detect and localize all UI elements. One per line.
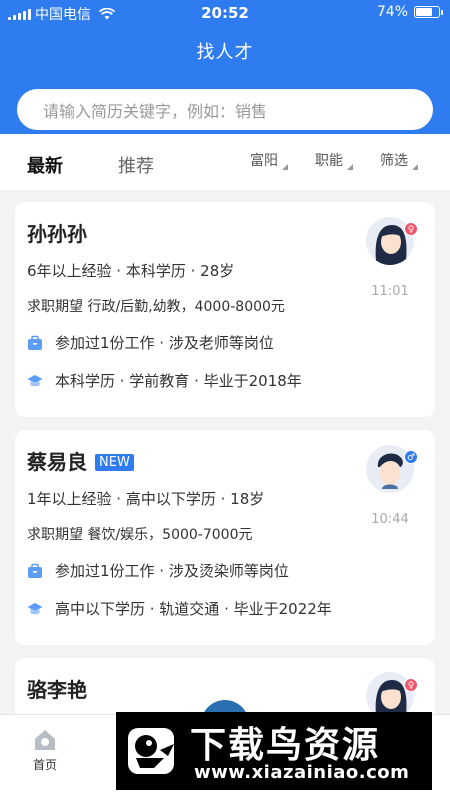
location-filter[interactable]: 富阳 xyxy=(250,150,288,170)
new-badge: NEW xyxy=(95,454,134,471)
screen-filter-label: 筛选 xyxy=(380,153,408,169)
dropdown-icon xyxy=(347,164,353,170)
candidate-name-row: 蔡易良 NEW xyxy=(27,446,134,475)
work-experience: 参加过1份工作 · 涉及老师等岗位 xyxy=(27,332,274,353)
education-text: 本科学历 · 学前教育 · 毕业于2018年 xyxy=(55,372,302,390)
battery-icon xyxy=(414,6,443,18)
search-input[interactable]: 请输入简历关键字，例如：销售 xyxy=(17,89,433,130)
location-filter-label: 富阳 xyxy=(250,153,278,169)
work-experience-text: 参加过1份工作 · 涉及老师等岗位 xyxy=(55,334,274,352)
search-placeholder: 请输入简历关键字，例如：销售 xyxy=(43,101,268,121)
tab-home-label: 首页 xyxy=(32,758,57,772)
work-experience: 参加过1份工作 · 涉及烫染师等岗位 xyxy=(27,560,289,581)
graduation-cap-icon xyxy=(27,375,43,387)
candidate-name: 蔡易良 xyxy=(27,450,87,474)
update-time: 11:01 xyxy=(371,284,409,299)
tab-recommend[interactable]: 推荐 xyxy=(118,152,154,178)
dropdown-icon xyxy=(282,164,288,170)
education: 本科学历 · 学前教育 · 毕业于2018年 xyxy=(27,370,302,391)
header: 中国电信 20:52 74% 找人才 请输入简历关键字，例如：销售 xyxy=(0,0,450,134)
female-icon: ♀ xyxy=(404,678,418,692)
filter-bar: 最新 推荐 富阳 职能 筛选 xyxy=(0,134,450,190)
home-icon xyxy=(35,730,55,750)
briefcase-icon xyxy=(28,563,42,578)
graduation-cap-icon xyxy=(27,603,43,615)
function-filter-label: 职能 xyxy=(315,153,343,169)
candidate-name: 骆李艳 xyxy=(27,678,87,702)
female-icon: ♀ xyxy=(404,222,418,236)
function-filter[interactable]: 职能 xyxy=(315,150,353,170)
job-expectation: 求职期望 餐饮/娱乐，5000-7000元 xyxy=(27,527,253,543)
bird-logo-icon xyxy=(128,728,174,774)
screen-filter[interactable]: 筛选 xyxy=(380,150,418,170)
tab-home[interactable]: 首页 xyxy=(20,727,70,773)
candidate-summary: 1年以上经验 · 高中以下学历 · 18岁 xyxy=(27,490,265,508)
watermark: 下载鸟资源 www.xiazainiao.com xyxy=(116,712,432,790)
tab-latest[interactable]: 最新 xyxy=(27,152,63,178)
candidate-card[interactable]: 孙孙孙 6年以上经验 · 本科学历 · 28岁 求职期望 行政/后勤,幼教，40… xyxy=(15,202,435,417)
candidate-summary: 6年以上经验 · 本科学历 · 28岁 xyxy=(27,262,235,280)
page-title: 找人才 xyxy=(196,42,254,63)
education: 高中以下学历 · 轨道交通 · 毕业于2022年 xyxy=(27,598,332,619)
candidate-name: 孙孙孙 xyxy=(27,222,87,246)
work-experience-text: 参加过1份工作 · 涉及烫染师等岗位 xyxy=(55,562,289,580)
status-bar: 中国电信 20:52 74% xyxy=(0,0,450,24)
job-expectation: 求职期望 行政/后勤,幼教，4000-8000元 xyxy=(27,299,285,315)
briefcase-icon xyxy=(28,335,42,350)
watermark-url: www.xiazainiao.com xyxy=(194,762,410,783)
watermark-title: 下载鸟资源 xyxy=(190,725,381,766)
dropdown-icon xyxy=(412,164,418,170)
update-time: 10:44 xyxy=(371,512,409,527)
male-icon: ♂ xyxy=(404,450,418,464)
candidate-card[interactable]: 蔡易良 NEW 1年以上经验 · 高中以下学历 · 18岁 求职期望 餐饮/娱乐，… xyxy=(15,430,435,645)
education-text: 高中以下学历 · 轨道交通 · 毕业于2022年 xyxy=(55,600,332,618)
battery-percent: 74% xyxy=(376,4,408,20)
